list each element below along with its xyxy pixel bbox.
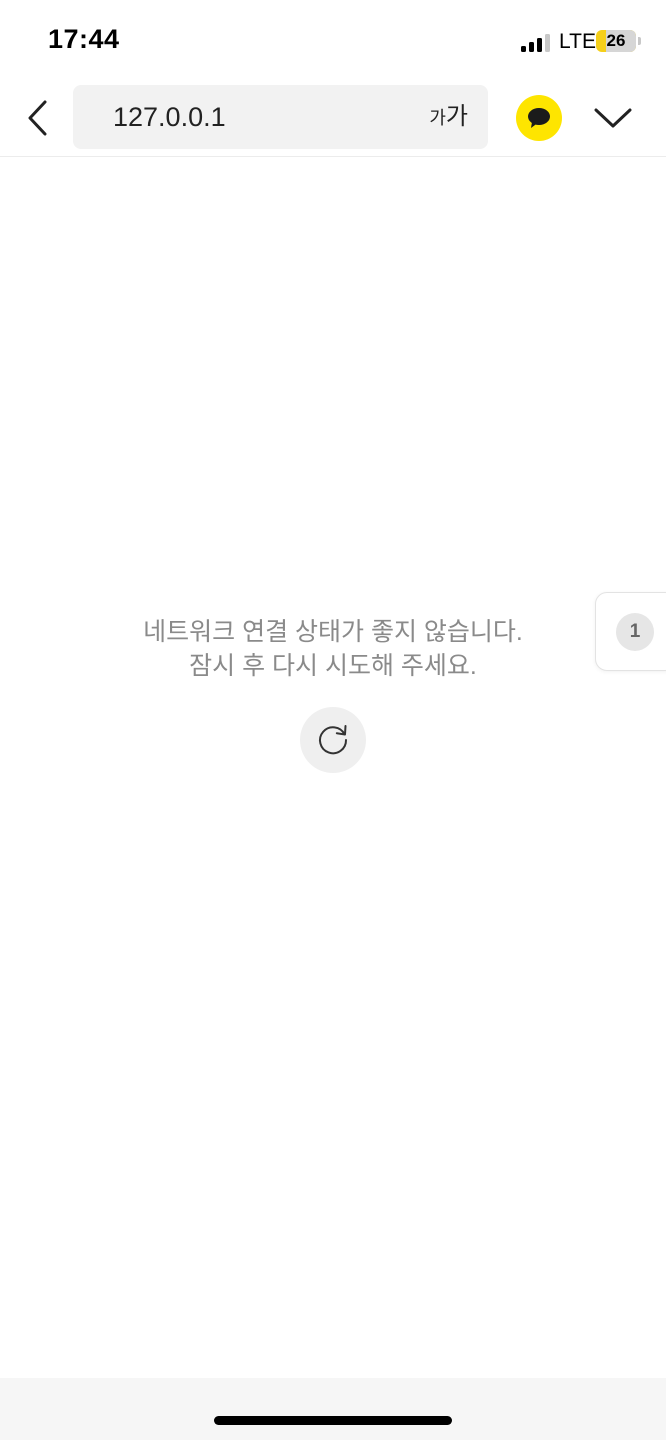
chevron-left-icon	[28, 100, 47, 136]
status-time: 17:44	[48, 24, 120, 54]
refresh-icon	[319, 725, 348, 755]
battery-nub	[638, 37, 641, 45]
battery-icon: 26	[596, 30, 636, 52]
back-button[interactable]	[18, 96, 58, 140]
error-message-line-2: 잠시 후 다시 시도해 주세요.	[189, 652, 477, 680]
text-size-button[interactable]: 가가	[429, 85, 468, 152]
status-bar: 17:44 LTE 26	[0, 0, 666, 80]
home-indicator[interactable]	[214, 1416, 452, 1425]
cellular-signal-icon	[521, 32, 551, 52]
battery-percent: 26	[606, 31, 626, 50]
tab-counter-button[interactable]: 1	[595, 592, 666, 671]
bottom-bar	[0, 1378, 666, 1440]
network-error-message: 네트워크 연결 상태가 좋지 않습니다. 잠시 후 다시 시도해 주세요.	[0, 615, 666, 683]
web-content: 네트워크 연결 상태가 좋지 않습니다. 잠시 후 다시 시도해 주세요.	[0, 157, 666, 1378]
chevron-down-icon	[594, 108, 632, 128]
speech-bubble-icon	[528, 108, 550, 128]
url-bar[interactable]: 127.0.0.1 가가	[73, 85, 488, 149]
browser-nav-bar: 127.0.0.1 가가	[0, 80, 666, 157]
text-size-small-label: 가	[429, 108, 446, 128]
tab-count-badge: 1	[616, 613, 654, 651]
error-message-line-1: 네트워크 연결 상태가 좋지 않습니다.	[143, 618, 523, 646]
text-size-large-label: 가	[445, 103, 468, 130]
network-type: LTE	[559, 30, 596, 53]
retry-button[interactable]	[300, 707, 366, 773]
kakaotalk-share-button[interactable]	[516, 95, 562, 141]
menu-dropdown-button[interactable]	[592, 102, 634, 134]
url-text[interactable]: 127.0.0.1	[113, 85, 226, 149]
